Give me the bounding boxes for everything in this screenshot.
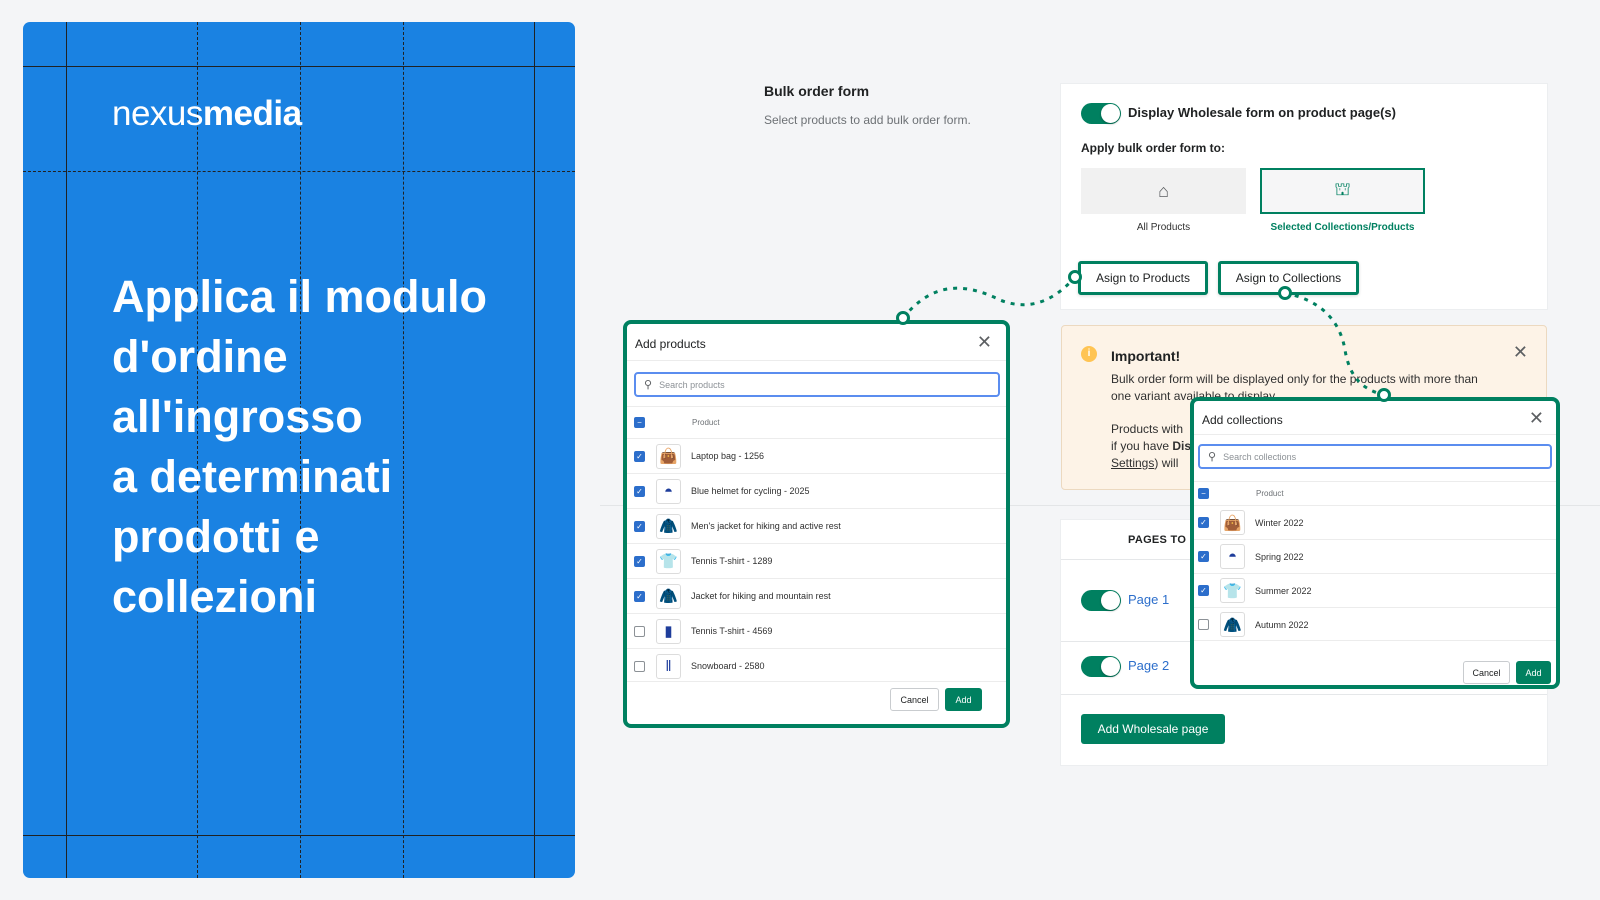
connector-dot <box>1068 270 1082 284</box>
connector-lines <box>901 276 1385 397</box>
connector-dot <box>1377 388 1391 402</box>
connector-products <box>901 276 1077 319</box>
connector-dot <box>896 311 910 325</box>
connector-collections <box>1284 291 1385 397</box>
connector-dot <box>1278 286 1292 300</box>
